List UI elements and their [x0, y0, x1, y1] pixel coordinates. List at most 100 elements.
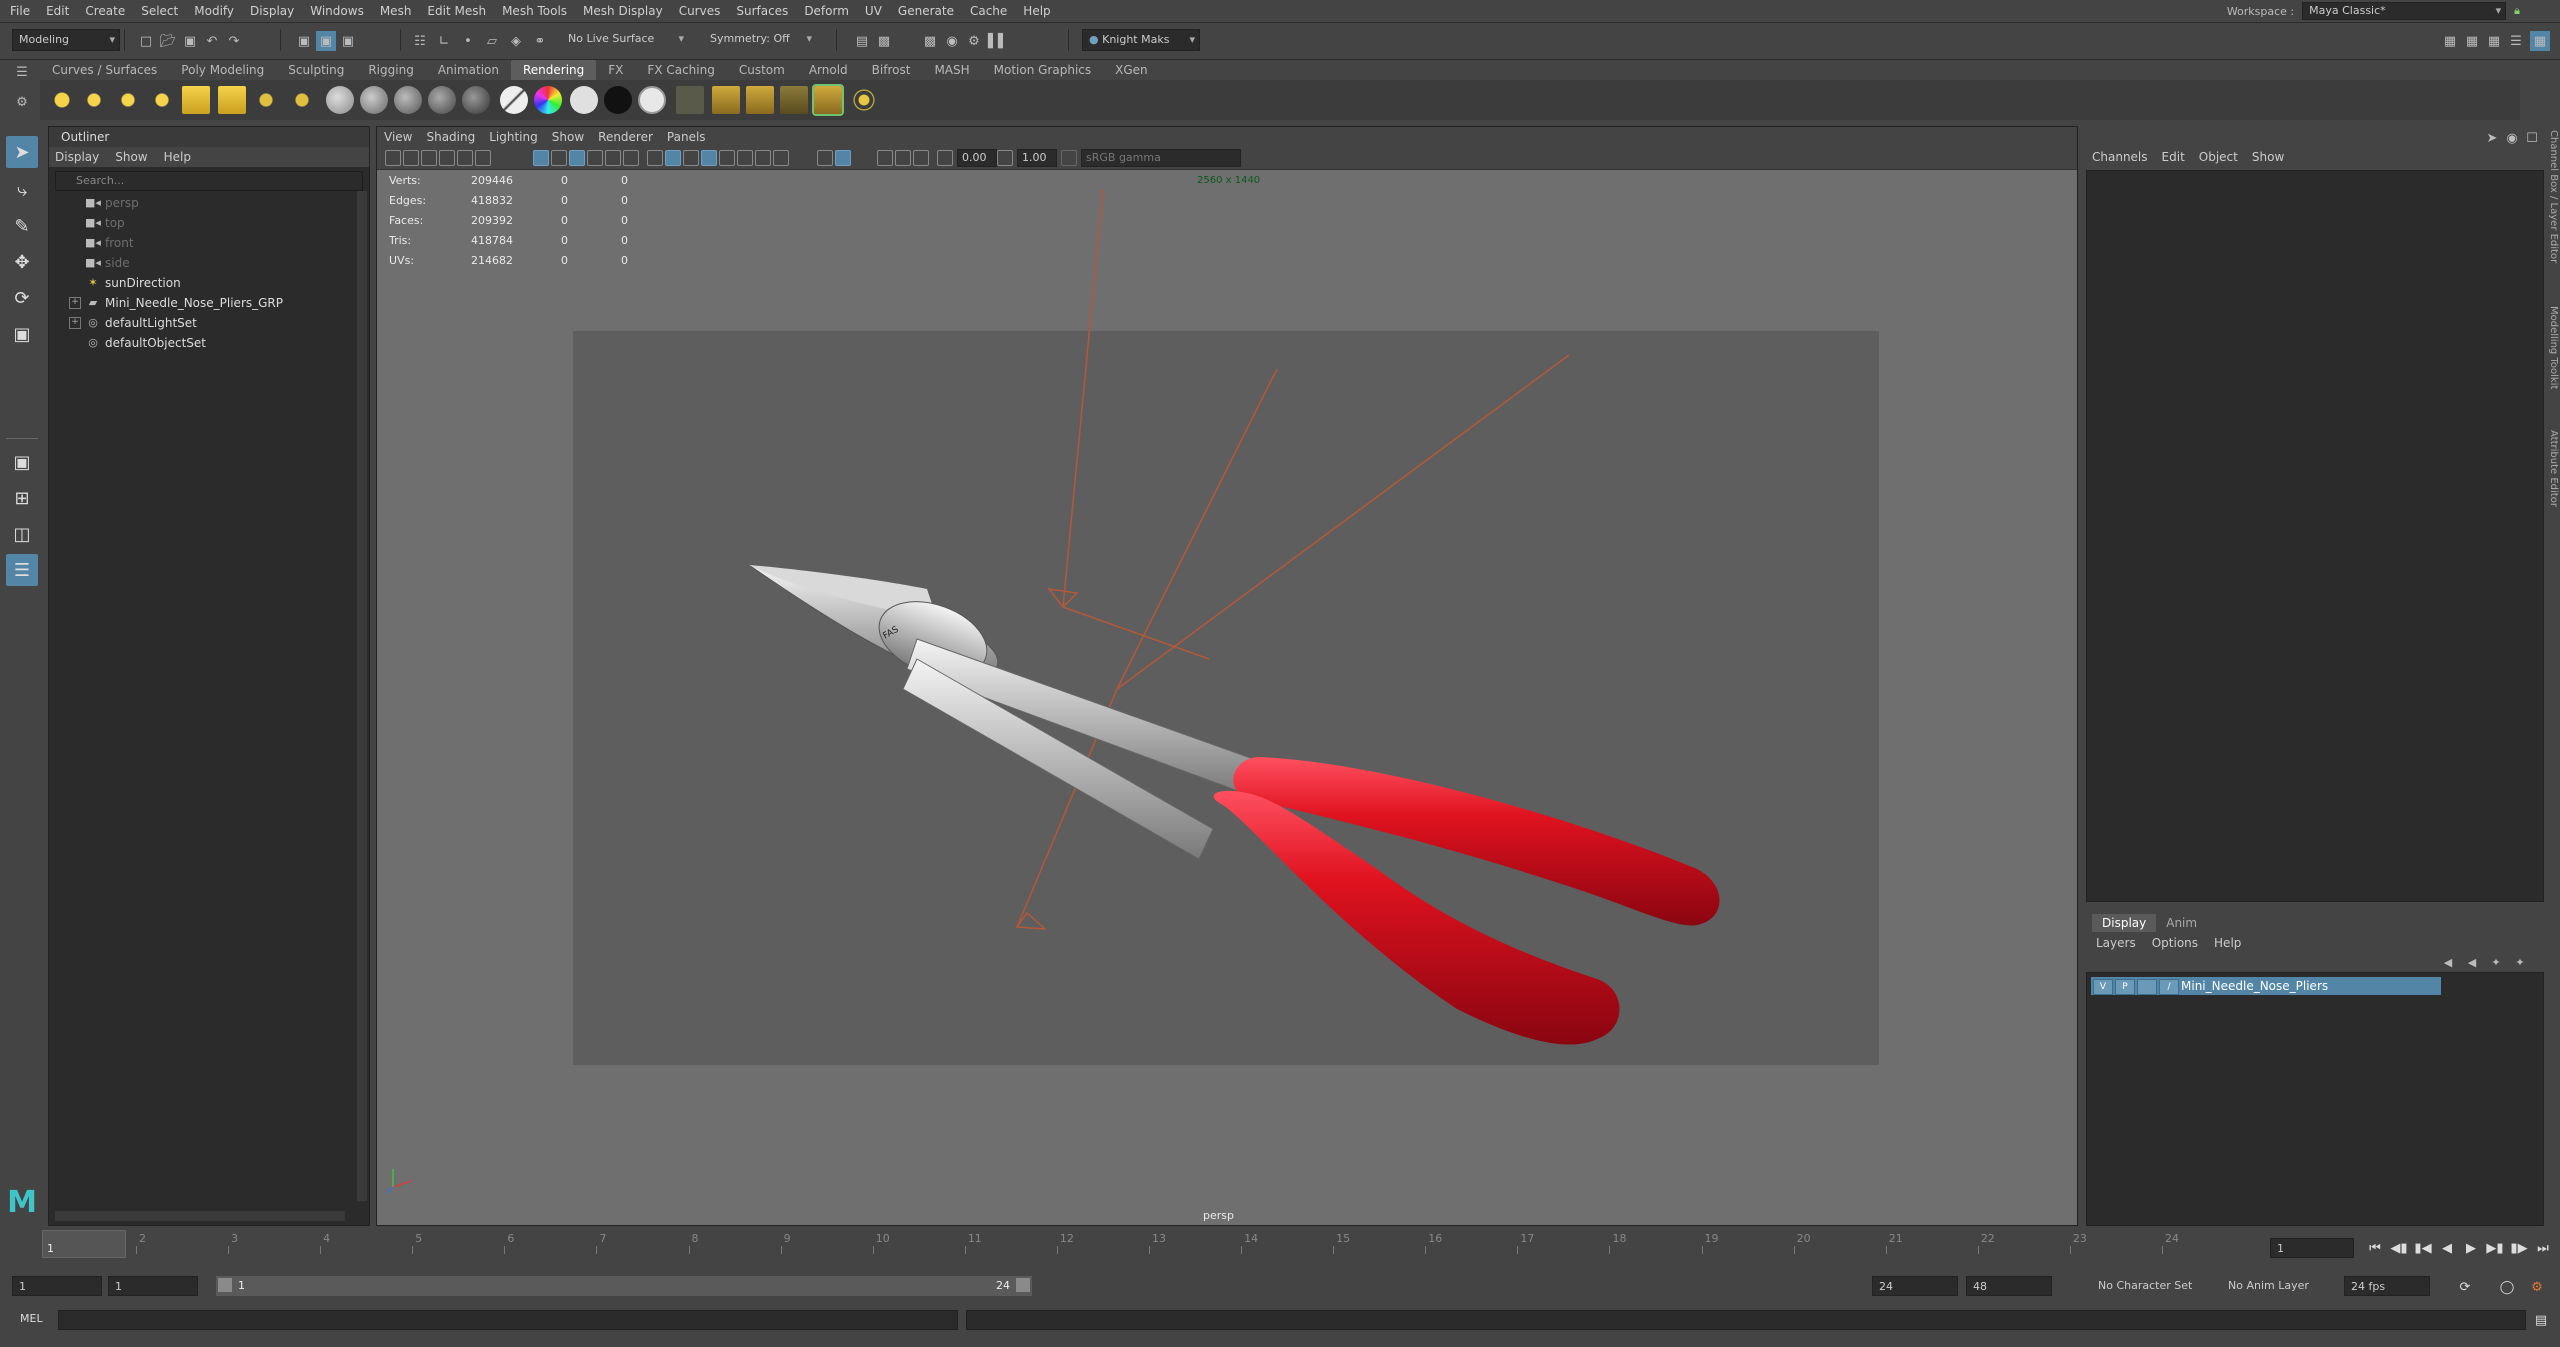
shelf-tab-bifrost[interactable]: Bifrost — [860, 60, 923, 80]
layer-playback-toggle[interactable]: P — [2115, 979, 2135, 995]
move-layer-up-icon[interactable]: ◀ — [2438, 952, 2458, 972]
lambert-sphere-icon[interactable] — [360, 86, 388, 114]
range-slider[interactable]: 1 24 — [216, 1276, 1032, 1296]
side-tab-modelling-toolkit[interactable]: Modelling Toolkit — [2548, 306, 2559, 389]
go-to-end-icon[interactable]: ⏭︎ — [2534, 1239, 2552, 1257]
isolate-select-icon[interactable] — [817, 150, 833, 166]
viewport-menu-shading[interactable]: Shading — [419, 127, 482, 147]
expand-icon[interactable]: + — [69, 317, 81, 329]
shelf-tab-rendering[interactable]: Rendering — [511, 60, 597, 80]
menu-mesh-tools[interactable]: Mesh Tools — [494, 0, 575, 22]
menu-help[interactable]: Help — [1015, 0, 1058, 22]
snap-point-icon[interactable]: • — [458, 31, 478, 51]
gamma-icon[interactable] — [997, 150, 1013, 166]
channel-menu-show[interactable]: Show — [2252, 150, 2284, 164]
camera-attributes-icon[interactable] — [403, 150, 419, 166]
hypershade-icon[interactable]: ▌▌ — [988, 31, 1008, 51]
shelf-tab-mash[interactable]: MASH — [922, 60, 981, 80]
show-attribute-editor-icon[interactable]: ▦ — [2462, 31, 2482, 51]
outliner-item[interactable]: + ◎ defaultLightSet — [49, 313, 349, 333]
pin-icon[interactable]: ➤ — [2482, 128, 2502, 148]
gamma-field[interactable]: 1.00 — [1017, 149, 1057, 167]
depth-of-field-icon[interactable] — [895, 150, 911, 166]
range-start-handle[interactable] — [218, 1278, 232, 1292]
viewport-menu-show[interactable]: Show — [545, 127, 591, 147]
playback-end-field[interactable]: 24 — [1872, 1276, 1958, 1296]
time-playhead[interactable]: 1 — [42, 1230, 126, 1258]
close-icon[interactable]: ☐ — [2522, 128, 2542, 148]
ramp-shader-icon[interactable] — [500, 86, 528, 114]
layer-tab-anim[interactable]: Anim — [2156, 914, 2207, 932]
xray-icon[interactable] — [835, 150, 851, 166]
live-surface-dropdown[interactable]: No Live Surface — [562, 29, 688, 49]
channel-menu-channels[interactable]: Channels — [2092, 150, 2148, 164]
menu-surfaces[interactable]: Surfaces — [728, 0, 796, 22]
fps-dropdown[interactable]: 24 fps — [2344, 1276, 2430, 1296]
ambient-light-icon[interactable] — [48, 86, 76, 114]
texture-icon[interactable] — [676, 86, 704, 114]
menu-curves[interactable]: Curves — [671, 0, 729, 22]
grease-pencil-icon[interactable] — [475, 150, 491, 166]
shelf-tab-motion-graphics[interactable]: Motion Graphics — [982, 60, 1104, 80]
outliner-search-input[interactable]: Search... — [55, 171, 363, 191]
outliner-menu-display[interactable]: Display — [55, 150, 99, 164]
rotate-tool-icon[interactable]: ⟳ — [6, 282, 38, 314]
outliner-item[interactable]: ◎ defaultObjectSet — [49, 333, 349, 353]
menu-modify[interactable]: Modify — [186, 0, 242, 22]
shelf-tab-xgen[interactable]: XGen — [1103, 60, 1160, 80]
phong-e-sphere-icon[interactable] — [428, 86, 456, 114]
character-set-dropdown[interactable]: No Character Set — [2092, 1276, 2216, 1296]
exposure-icon[interactable] — [937, 150, 953, 166]
layer-menu-layers[interactable]: Layers — [2096, 936, 2136, 950]
viewport-menu-panels[interactable]: Panels — [660, 127, 713, 147]
select-component-icon[interactable]: ▣ — [338, 31, 358, 51]
menu-select[interactable]: Select — [133, 0, 186, 22]
viewport-menu-renderer[interactable]: Renderer — [591, 127, 660, 147]
white-material-icon[interactable] — [570, 86, 598, 114]
channel-menu-object[interactable]: Object — [2199, 150, 2238, 164]
new-layer-selected-icon[interactable]: ✦ — [2510, 952, 2530, 972]
lasso-tool-icon[interactable]: ⤷ — [6, 174, 38, 206]
shadows-icon[interactable] — [755, 150, 771, 166]
move-tool-icon[interactable]: ✥ — [6, 246, 38, 278]
scale-tool-icon[interactable]: ▣ — [6, 318, 38, 350]
new-scene-icon[interactable]: □ — [136, 31, 156, 51]
shelf-tab-rigging[interactable]: Rigging — [356, 60, 425, 80]
paint-select-icon[interactable]: ✎ — [6, 210, 38, 242]
smooth-shade-icon[interactable] — [665, 150, 681, 166]
area-light-icon[interactable] — [182, 86, 210, 114]
outliner-h-scrollbar[interactable] — [55, 1211, 345, 1221]
playback-start-field[interactable]: 1 — [108, 1276, 198, 1296]
wireframe-on-shaded-icon[interactable] — [701, 150, 717, 166]
snap-grid-icon[interactable]: ☷ — [410, 31, 430, 51]
play-backwards-icon[interactable]: ◀ — [2438, 1239, 2456, 1257]
outliner-menu-show[interactable]: Show — [115, 150, 147, 164]
layer-row[interactable]: V P ∕ Mini_Needle_Nose_Pliers — [2091, 977, 2441, 995]
step-back-key-icon[interactable]: ◀▮ — [2390, 1239, 2408, 1257]
outliner-item[interactable]: ■◂ persp — [49, 193, 349, 213]
safe-action-icon[interactable] — [623, 150, 639, 166]
shelf-menu-icon[interactable]: ☰ — [12, 62, 32, 82]
shelf-tab-custom[interactable]: Custom — [727, 60, 797, 80]
mel-label[interactable]: MEL — [20, 1312, 43, 1325]
menu-edit-mesh[interactable]: Edit Mesh — [419, 0, 494, 22]
select-hierarchy-icon[interactable]: ▣ — [294, 31, 314, 51]
loop-icon[interactable]: ⟳ — [2456, 1278, 2474, 1296]
show-outliner-icon[interactable]: ▦ — [2530, 31, 2550, 51]
side-tab-channel-box-layer-editor[interactable]: Channel Box / Layer Editor — [2548, 130, 2559, 263]
show-tool-settings-icon[interactable]: ▦ — [2484, 31, 2504, 51]
four-view-layout-icon[interactable]: ⊞ — [6, 482, 38, 514]
color-space-dropdown[interactable]: sRGB gamma — [1081, 149, 1241, 167]
volume-light-icon[interactable] — [218, 86, 246, 114]
menu-cache[interactable]: Cache — [962, 0, 1015, 22]
menu-generate[interactable]: Generate — [890, 0, 962, 22]
wireframe-icon[interactable] — [647, 150, 663, 166]
command-input[interactable] — [58, 1310, 958, 1330]
motion-blur-icon[interactable] — [913, 150, 929, 166]
exposure-field[interactable]: 0.00 — [957, 149, 997, 167]
outliner-menu-help[interactable]: Help — [164, 150, 191, 164]
light-linking-icon[interactable] — [252, 86, 280, 114]
expand-icon[interactable]: + — [69, 297, 81, 309]
lock-channel-icon[interactable]: ◉ — [2502, 128, 2522, 148]
point-light-icon[interactable] — [114, 86, 142, 114]
